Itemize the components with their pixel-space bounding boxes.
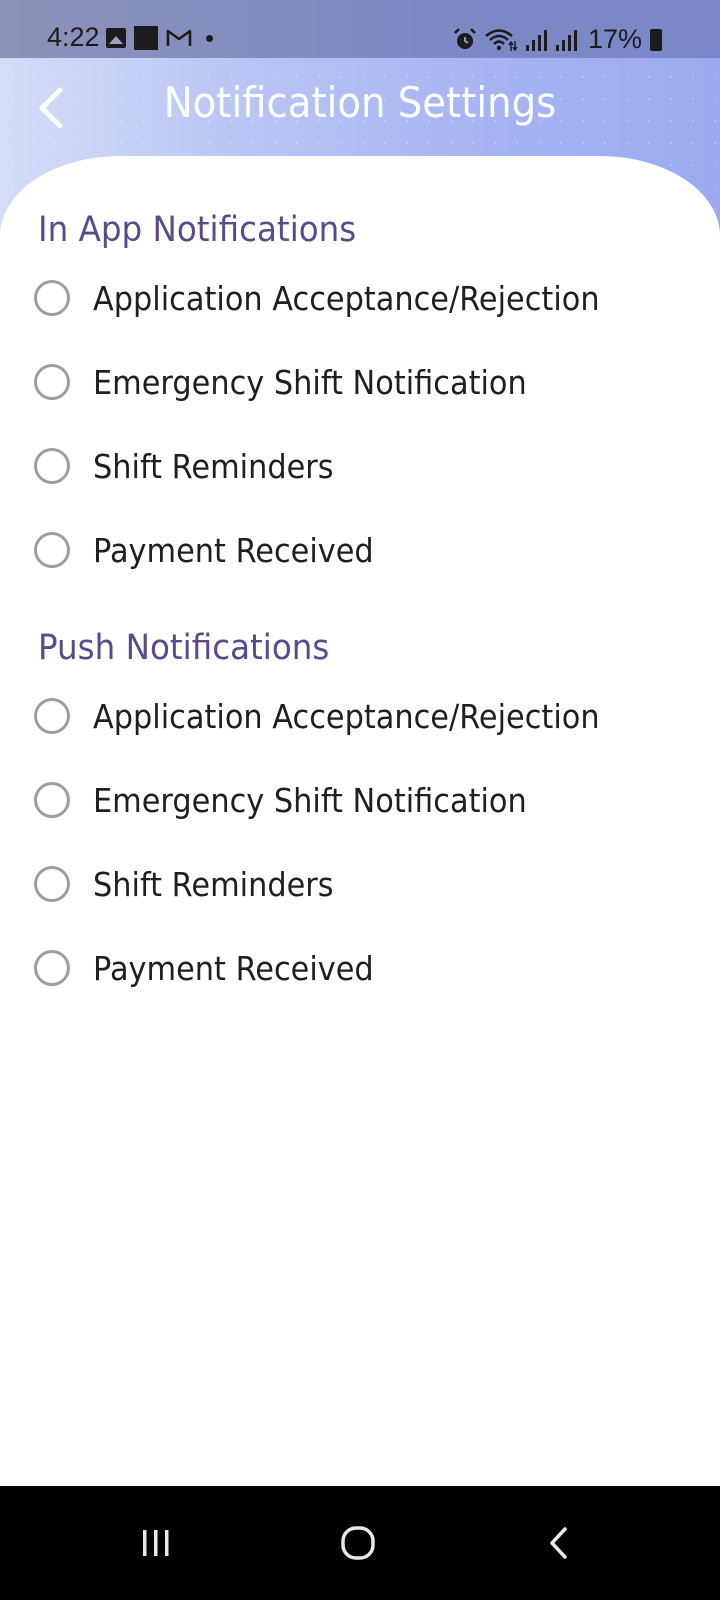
signal-icon xyxy=(555,29,577,51)
content-card: In App Notifications Application Accepta… xyxy=(0,156,720,1516)
option-label: Payment Received xyxy=(93,948,374,988)
option-label: Shift Reminders xyxy=(93,864,334,904)
option-label: Emergency Shift Notification xyxy=(93,780,527,820)
option-push-payment-received[interactable]: Payment Received xyxy=(34,938,398,998)
option-in-app-emergency-shift[interactable]: Emergency Shift Notification xyxy=(34,352,564,412)
gallery-icon xyxy=(106,28,126,48)
radio-button[interactable] xyxy=(34,280,70,316)
option-push-application-status[interactable]: Application Acceptance/Rejection xyxy=(34,686,644,746)
notification-dot-icon xyxy=(206,34,213,42)
section-title-push: Push Notifications xyxy=(38,628,330,668)
gmail-icon xyxy=(166,29,192,46)
system-nav-bar xyxy=(0,1486,720,1600)
option-in-app-shift-reminders[interactable]: Shift Reminders xyxy=(34,436,355,496)
back-icon xyxy=(550,1527,567,1559)
app-bar: Notification Settings xyxy=(0,58,720,158)
status-right-icons: 17% xyxy=(452,24,662,55)
section-title-in-app: In App Notifications xyxy=(38,210,357,250)
radio-button[interactable] xyxy=(34,532,70,568)
status-bar: 4:22 17% xyxy=(0,0,720,58)
radio-button[interactable] xyxy=(34,698,70,734)
option-label: Emergency Shift Notification xyxy=(93,362,527,402)
option-in-app-payment-received[interactable]: Payment Received xyxy=(34,520,398,580)
radio-button[interactable] xyxy=(34,866,70,902)
radio-button[interactable] xyxy=(34,950,70,986)
radio-button[interactable] xyxy=(34,448,70,484)
battery-percentage: 17% xyxy=(587,24,642,54)
alarm-icon xyxy=(454,27,476,49)
option-label: Application Acceptance/Rejection xyxy=(93,696,600,736)
recent-apps-icon xyxy=(143,1530,169,1556)
recent-apps-button[interactable] xyxy=(121,1508,191,1578)
home-icon xyxy=(341,1526,375,1560)
system-back-button[interactable] xyxy=(524,1508,594,1578)
app-square-icon xyxy=(134,26,158,50)
signal-icon xyxy=(525,29,547,51)
option-label: Application Acceptance/Rejection xyxy=(93,278,600,318)
option-label: Shift Reminders xyxy=(93,446,334,486)
radio-button[interactable] xyxy=(34,782,70,818)
home-button[interactable] xyxy=(323,1508,393,1578)
wifi-icon xyxy=(485,28,518,51)
option-push-shift-reminders[interactable]: Shift Reminders xyxy=(34,854,355,914)
status-time: 4:22 xyxy=(47,22,100,52)
radio-button[interactable] xyxy=(34,364,70,400)
option-label: Payment Received xyxy=(93,530,374,570)
battery-icon xyxy=(650,28,662,51)
status-left-icons xyxy=(106,26,213,50)
page-title: Notification Settings xyxy=(163,78,557,127)
option-in-app-application-status[interactable]: Application Acceptance/Rejection xyxy=(34,268,644,328)
option-push-emergency-shift[interactable]: Emergency Shift Notification xyxy=(34,770,564,830)
